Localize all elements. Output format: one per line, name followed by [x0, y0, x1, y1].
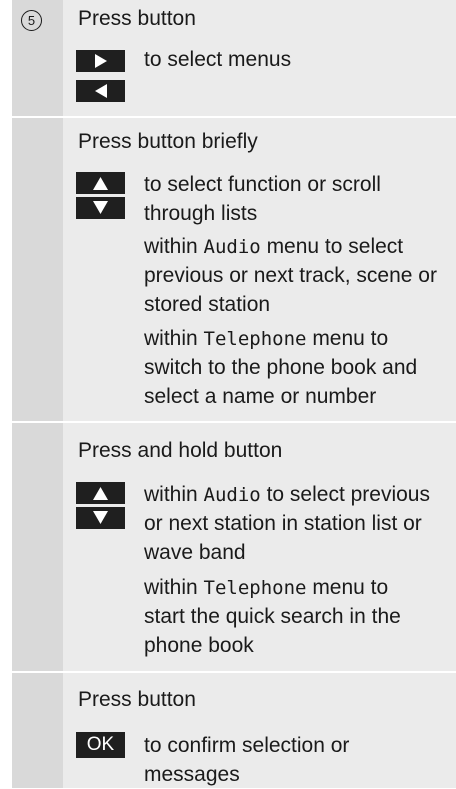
- row-divider: [12, 116, 456, 118]
- section-heading: Press button: [78, 688, 196, 711]
- right-arrow-icon: [76, 50, 125, 72]
- telephone-hold-line: within Telephone menu to: [144, 573, 388, 603]
- suffix: menu to: [306, 327, 389, 350]
- telephone-keyword: Telephone: [203, 328, 307, 350]
- description-text: through lists: [144, 202, 258, 225]
- prefix: within: [144, 327, 204, 350]
- row-divider: [12, 421, 456, 423]
- telephone-keyword: Telephone: [203, 577, 307, 599]
- description-text: switch to the phone book and: [144, 356, 418, 379]
- description-text: phone book: [144, 634, 254, 657]
- description-text: to confirm selection or: [144, 734, 350, 757]
- description-text: to select function or scroll: [144, 173, 381, 196]
- description-text: previous or next track, scene or: [144, 264, 437, 287]
- suffix: menu to: [306, 576, 389, 599]
- audio-keyword: Audio: [203, 236, 261, 258]
- description-text: start the quick search in the: [144, 605, 401, 628]
- down-arrow-icon: [76, 507, 125, 529]
- suffix: menu to select: [260, 235, 404, 258]
- suffix: to select previous: [260, 483, 430, 506]
- step-number: 5: [21, 10, 42, 31]
- down-arrow-icon: [76, 197, 125, 219]
- audio-menu-line: within Audio menu to select: [144, 232, 403, 262]
- row-divider: [12, 671, 456, 673]
- prefix: within: [144, 576, 204, 599]
- up-arrow-icon: [76, 172, 125, 194]
- audio-hold-line: within Audio to select previous: [144, 480, 430, 510]
- section-heading: Press button briefly: [78, 130, 258, 153]
- audio-keyword: Audio: [203, 484, 261, 506]
- description-text: stored station: [144, 293, 271, 316]
- description-text: select a name or number: [144, 385, 377, 408]
- section-heading: Press button: [78, 7, 196, 30]
- up-arrow-icon: [76, 482, 125, 504]
- section-heading: Press and hold button: [78, 439, 283, 462]
- description-text: or next station in station list or: [144, 512, 422, 535]
- description-text: wave band: [144, 541, 246, 564]
- telephone-menu-line: within Telephone menu to: [144, 324, 388, 354]
- prefix: within: [144, 235, 204, 258]
- prefix: within: [144, 483, 204, 506]
- left-arrow-icon: [76, 80, 125, 102]
- instruction-table: 5 Press button to select menus Press but…: [12, 0, 456, 788]
- description-text: to select menus: [144, 48, 292, 71]
- description-text: messages: [144, 763, 240, 786]
- step-number-column: 5: [12, 0, 63, 788]
- ok-button-icon: OK: [76, 732, 125, 758]
